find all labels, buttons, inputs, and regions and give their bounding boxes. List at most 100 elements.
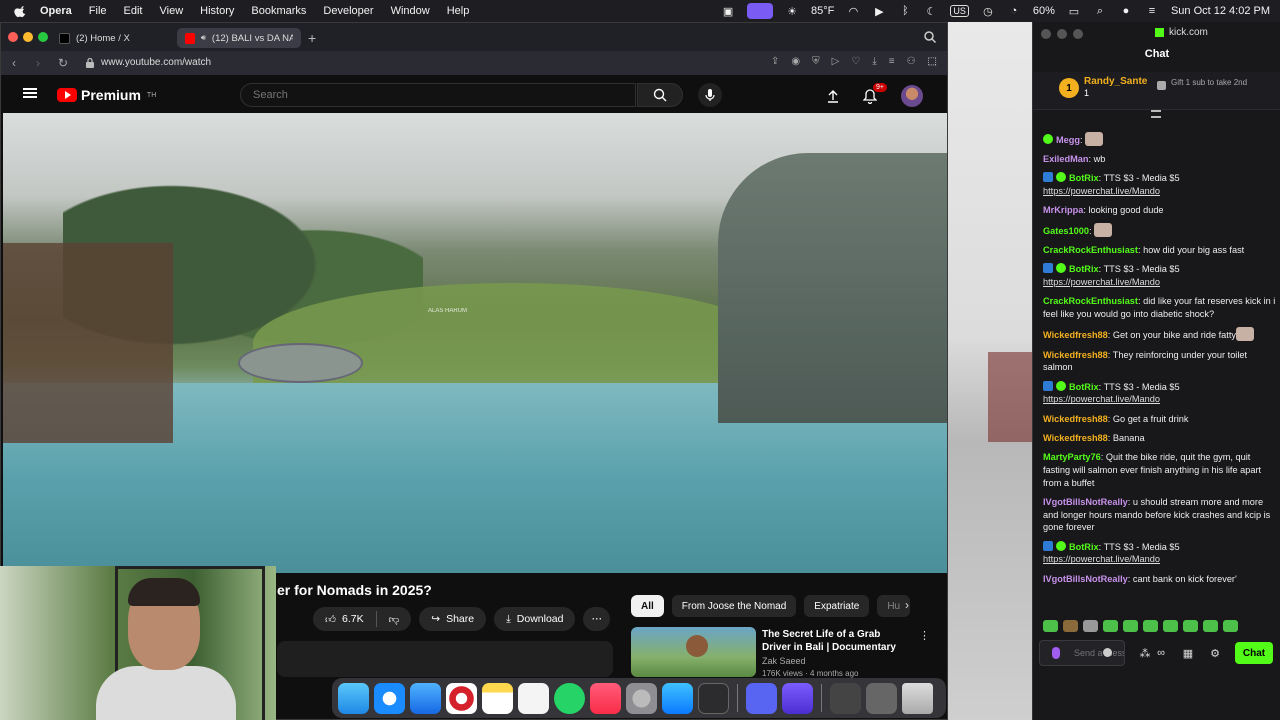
chat-username[interactable]: Wickedfresh88 (1043, 433, 1108, 443)
chat-username[interactable]: BotRix (1069, 382, 1099, 392)
recommendation-channel[interactable]: Zak Saeed (762, 656, 806, 666)
chat-username[interactable]: BotRix (1069, 264, 1099, 274)
search-input[interactable] (240, 83, 636, 107)
chat-username[interactable]: Megg (1056, 135, 1080, 145)
app-store-icon[interactable] (662, 682, 693, 714)
bookmark-heart-icon[interactable]: ♡ (851, 56, 860, 67)
emote-icon[interactable] (1143, 620, 1158, 632)
screen-share-icon[interactable]: ▣ (721, 5, 735, 18)
clock-datetime[interactable]: Sun Oct 12 4:02 PM (1171, 5, 1270, 17)
bluetooth-icon[interactable]: ᛒ (898, 5, 912, 17)
headphones-icon[interactable]: ◠ (846, 5, 860, 18)
chat-username[interactable]: MrKrippa (1043, 205, 1083, 215)
menu-hamburger-icon[interactable] (23, 88, 37, 98)
settings-gear-icon[interactable]: ⚙ (1208, 646, 1222, 660)
keyboard-input-label[interactable]: US (950, 5, 969, 17)
proton-mail-icon[interactable] (782, 682, 813, 714)
minimized-window-2-icon[interactable] (866, 682, 897, 714)
minimized-window-1-icon[interactable] (830, 682, 861, 714)
weather-icon[interactable]: ☀ (785, 5, 799, 18)
infinity-icon[interactable]: ∞ (1154, 646, 1168, 660)
apple-icon[interactable] (14, 4, 28, 18)
emote-icon[interactable] (1083, 620, 1098, 632)
activity-monitor-icon[interactable] (698, 682, 729, 714)
downloads-icon[interactable]: ⤓ (872, 56, 876, 67)
emoji-icon[interactable] (1103, 648, 1112, 657)
chat-username[interactable]: Wickedfresh88 (1043, 414, 1108, 424)
emote-icon[interactable] (1183, 620, 1198, 632)
minimize-window-button[interactable] (23, 32, 33, 42)
chat-link[interactable]: https://powerchat.live/Mando (1043, 277, 1160, 287)
video-player[interactable]: ALAS HARUM ▬▬▬ (3, 113, 947, 573)
thumbs-up-icon[interactable]: 👍︎ (325, 613, 336, 626)
tab-youtube-video[interactable]: 🔊︎ (12) BALI vs DA NAN (177, 28, 301, 48)
like-dislike-button[interactable]: 👍︎ 6.7K 👎︎ (313, 607, 412, 631)
chip-all[interactable]: All (631, 595, 664, 617)
chat-username[interactable]: BotRix (1069, 542, 1099, 552)
chat-link[interactable]: https://powerchat.live/Mando (1043, 394, 1160, 404)
menu-app-name[interactable]: Opera (40, 5, 72, 17)
gift-prompt[interactable]: Gift 1 sub to take 2nd (1171, 78, 1271, 87)
easy-setup-icon[interactable]: ≡ (889, 56, 895, 67)
top-gifter-username[interactable]: Randy_Sante (1084, 76, 1147, 87)
menu-help[interactable]: Help (447, 5, 470, 17)
battery-percent[interactable]: 60% (1033, 5, 1055, 17)
forward-icon[interactable]: › (30, 56, 46, 70)
close-window-button[interactable] (8, 32, 18, 42)
search-button[interactable] (637, 83, 683, 107)
account-avatar[interactable] (901, 85, 923, 107)
description-box[interactable] (277, 641, 613, 677)
system-settings-icon[interactable] (626, 682, 657, 714)
more-vertical-icon[interactable]: ⋮ (919, 629, 930, 642)
chat-send-button[interactable]: Chat (1235, 642, 1273, 664)
emote-icon[interactable] (1163, 620, 1178, 632)
whatsapp-icon[interactable] (554, 682, 585, 714)
more-actions-button[interactable]: ⋯ (583, 607, 610, 631)
thumbs-down-icon[interactable]: 👎︎ (389, 613, 400, 626)
kick-close-button[interactable] (1041, 29, 1051, 39)
opera-icon[interactable] (446, 682, 477, 714)
emote-icon[interactable] (1063, 620, 1078, 632)
chat-username[interactable]: ExiledMan (1043, 154, 1088, 164)
music-icon[interactable] (590, 682, 621, 714)
chip-from-channel[interactable]: From Joose the Nomad (671, 595, 797, 617)
finder-icon[interactable] (338, 682, 369, 714)
chat-username[interactable]: CrackRockEnthusiast (1043, 245, 1138, 255)
collapse-icon[interactable] (1151, 110, 1161, 118)
discord-icon[interactable] (746, 682, 777, 714)
emote-picker-icon[interactable]: ⁂ (1138, 646, 1152, 660)
chat-username[interactable]: Wickedfresh88 (1043, 350, 1108, 360)
kick-zoom-button[interactable] (1073, 29, 1083, 39)
menu-file[interactable]: File (89, 5, 107, 17)
battery-icon[interactable]: ▭ (1067, 5, 1081, 18)
youtube-logo[interactable]: Premium TH (57, 87, 156, 103)
notes-icon[interactable] (482, 682, 513, 714)
send-microphone-icon[interactable] (1052, 647, 1060, 659)
menu-bookmarks[interactable]: Bookmarks (251, 5, 306, 17)
profile-icon[interactable]: ⚇ (907, 56, 916, 67)
vpn-shield-icon[interactable]: ⛨ (812, 56, 820, 67)
safari-icon[interactable] (374, 682, 405, 714)
time-machine-icon[interactable]: ◷ (981, 5, 995, 18)
menu-developer[interactable]: Developer (323, 5, 373, 17)
chat-username[interactable]: IVgotBillsNotReally (1043, 574, 1128, 584)
chat-username[interactable]: CrackRockEnthusiast (1043, 296, 1138, 306)
recommendation-thumbnail[interactable] (631, 627, 756, 677)
speaker-icon[interactable]: 🔊︎ (201, 33, 206, 43)
chat-username[interactable]: BotRix (1069, 173, 1099, 183)
emote-icon[interactable] (1123, 620, 1138, 632)
siri-icon[interactable]: ● (1119, 5, 1133, 17)
emote-icon[interactable] (1103, 620, 1118, 632)
menu-edit[interactable]: Edit (124, 5, 143, 17)
chat-link[interactable]: https://powerchat.live/Mando (1043, 554, 1160, 564)
calendar-icon[interactable]: ▦ (1181, 646, 1195, 660)
emote-icon[interactable] (1043, 620, 1058, 632)
chevron-right-icon[interactable]: › (905, 598, 909, 612)
menu-window[interactable]: Window (391, 5, 430, 17)
reminders-icon[interactable] (518, 682, 549, 714)
lock-icon[interactable] (85, 57, 95, 68)
voice-search-button[interactable] (698, 83, 722, 107)
emote-icon[interactable] (1203, 620, 1218, 632)
chat-username[interactable]: Wickedfresh88 (1043, 330, 1108, 340)
wifi-icon[interactable]: ◔ (1007, 5, 1021, 17)
